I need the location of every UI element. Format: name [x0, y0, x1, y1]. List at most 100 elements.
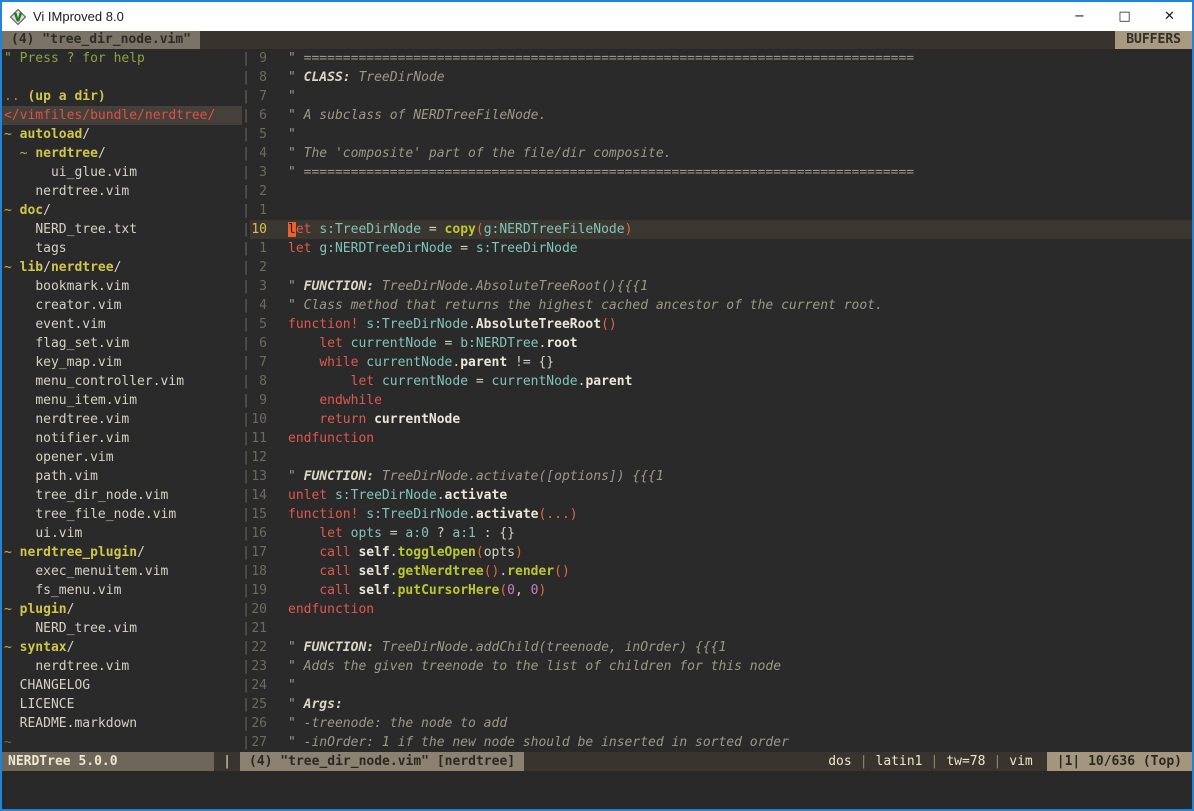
tree-dir[interactable]: ~ nerdtree_plugin/ [2, 543, 242, 562]
tree-file[interactable]: README.markdown [2, 714, 242, 733]
code-line[interactable]: 3" FUNCTION: TreeDirNode.AbsoluteTreeRoo… [250, 277, 1192, 296]
filler-tilde[interactable]: ~ [2, 733, 242, 752]
tree-dir[interactable]: ~ plugin/ [2, 600, 242, 619]
code-line[interactable]: 4" The 'composite' part of the file/dir … [250, 144, 1192, 163]
code-line[interactable]: 4" Class method that returns the highest… [250, 296, 1192, 315]
line-number: 3 [250, 277, 267, 296]
line-number: 6 [250, 334, 267, 353]
tree-file[interactable]: nerdtree.vim [2, 182, 242, 201]
code-text: return currentNode [288, 410, 460, 429]
command-line[interactable] [2, 771, 1192, 809]
code-text: " FUNCTION: TreeDirNode.activate([option… [288, 467, 664, 486]
code-line[interactable]: 20endfunction [250, 600, 1192, 619]
minimize-button[interactable]: − [1057, 2, 1102, 31]
code-line[interactable]: 23" Adds the given treenode to the list … [250, 657, 1192, 676]
code-line[interactable]: 17 call self.toggleOpen(opts) [250, 543, 1192, 562]
code-line[interactable]: 5function! s:TreeDirNode.AbsoluteTreeRoo… [250, 315, 1192, 334]
editor-panel[interactable]: 9" =====================================… [250, 49, 1192, 752]
tree-file[interactable]: NERD_tree.txt [2, 220, 242, 239]
code-text: function! s:TreeDirNode.activate(...) [288, 505, 578, 524]
code-line[interactable]: 18 call self.getNerdtree().render() [250, 562, 1192, 581]
tree-file[interactable]: NERD_tree.vim [2, 619, 242, 638]
tree-file[interactable]: nerdtree.vim [2, 410, 242, 429]
tree-blank[interactable] [2, 68, 242, 87]
tree-file[interactable]: notifier.vim [2, 429, 242, 448]
tree-help[interactable]: " Press ? for help [2, 49, 242, 68]
code-line[interactable]: 10 return currentNode [250, 410, 1192, 429]
maximize-button[interactable]: □ [1102, 2, 1147, 31]
active-tab[interactable]: (4) "tree_dir_node.vim" [2, 31, 200, 49]
tree-file[interactable]: ui.vim [2, 524, 242, 543]
code-line[interactable]: 14unlet s:TreeDirNode.activate [250, 486, 1192, 505]
code-line[interactable]: 3" =====================================… [250, 163, 1192, 182]
code-line[interactable]: 25" Args: [250, 695, 1192, 714]
tree-file[interactable]: path.vim [2, 467, 242, 486]
tree-dir[interactable]: ~ nerdtree/ [2, 144, 242, 163]
window-title: Vi IMproved 8.0 [33, 9, 124, 24]
code-line[interactable]: 5" [250, 125, 1192, 144]
code-text: " [288, 676, 296, 695]
code-text: " The 'composite' part of the file/dir c… [288, 144, 672, 163]
tree-file[interactable]: opener.vim [2, 448, 242, 467]
code-line-current[interactable]: 10let s:TreeDirNode = copy(g:NERDTreeFil… [250, 220, 1192, 239]
statusline-fill [524, 752, 828, 771]
tree-file[interactable]: menu_item.vim [2, 391, 242, 410]
code-line[interactable]: 24" [250, 676, 1192, 695]
titlebar: Vi IMproved 8.0 − □ ✕ [2, 2, 1192, 31]
code-text: " [288, 87, 296, 106]
code-line[interactable]: 19 call self.putCursorHere(0, 0) [250, 581, 1192, 600]
tree-file[interactable]: flag_set.vim [2, 334, 242, 353]
code-line[interactable]: 15function! s:TreeDirNode.activate(...) [250, 505, 1192, 524]
tree-file[interactable]: tags [2, 239, 242, 258]
tree-file[interactable]: LICENCE [2, 695, 242, 714]
code-text: " [288, 125, 296, 144]
tree-dir[interactable]: ~ autoload/ [2, 125, 242, 144]
code-line[interactable]: 9" =====================================… [250, 49, 1192, 68]
code-line[interactable]: 12 [250, 448, 1192, 467]
code-line[interactable]: 26" -treenode: the node to add [250, 714, 1192, 733]
code-line[interactable]: 22" FUNCTION: TreeDirNode.addChild(treen… [250, 638, 1192, 657]
tree-file[interactable]: CHANGELOG [2, 676, 242, 695]
tree-file[interactable]: tree_file_node.vim [2, 505, 242, 524]
tree-root[interactable]: </vimfiles/bundle/nerdtree/ [2, 106, 242, 125]
line-number: 4 [250, 296, 267, 315]
tree-file[interactable]: menu_controller.vim [2, 372, 242, 391]
code-line[interactable]: 6" A subclass of NERDTreeFileNode. [250, 106, 1192, 125]
code-line[interactable]: 8 let currentNode = currentNode.parent [250, 372, 1192, 391]
code-line[interactable]: 7" [250, 87, 1192, 106]
code-line[interactable]: 21 [250, 619, 1192, 638]
tree-file[interactable]: creator.vim [2, 296, 242, 315]
tree-file[interactable]: exec_menuitem.vim [2, 562, 242, 581]
status-item: vim [1009, 754, 1032, 769]
code-text: call self.toggleOpen(opts) [288, 543, 523, 562]
tree-file[interactable]: bookmark.vim [2, 277, 242, 296]
tree-up-a-dir[interactable]: .. (up a dir) [2, 87, 242, 106]
tabline: (4) "tree_dir_node.vim" BUFFERS [2, 31, 1192, 49]
code-line[interactable]: 7 while currentNode.parent != {} [250, 353, 1192, 372]
tree-file[interactable]: ui_glue.vim [2, 163, 242, 182]
window-split-separator[interactable]: | | | | | | | | | | | | | | | | | | | | … [242, 49, 250, 752]
tree-file[interactable]: event.vim [2, 315, 242, 334]
code-line[interactable]: 8" CLASS: TreeDirNode [250, 68, 1192, 87]
code-line[interactable]: 1 [250, 201, 1192, 220]
code-line[interactable]: 13 " FUNCTION: TreeDirNode.activate([opti… [250, 467, 1192, 486]
tree-dir[interactable]: ~ lib/nerdtree/ [2, 258, 242, 277]
code-line[interactable]: 16 let opts = a:0 ? a:1 : {} [250, 524, 1192, 543]
code-line[interactable]: 9 endwhile [250, 391, 1192, 410]
code-text: " CLASS: TreeDirNode [288, 68, 445, 87]
tree-file[interactable]: nerdtree.vim [2, 657, 242, 676]
code-line[interactable]: 27" -inOrder: 1 if the new node should b… [250, 733, 1192, 752]
close-button[interactable]: ✕ [1147, 2, 1192, 31]
code-line[interactable]: 11endfunction [250, 429, 1192, 448]
line-number: 5 [250, 315, 267, 334]
tree-dir[interactable]: ~ doc/ [2, 201, 242, 220]
code-line[interactable]: 2 [250, 182, 1192, 201]
code-line[interactable]: 6 let currentNode = b:NERDTree.root [250, 334, 1192, 353]
tree-file[interactable]: fs_menu.vim [2, 581, 242, 600]
line-number: 13 [250, 467, 267, 486]
tree-file[interactable]: tree_dir_node.vim [2, 486, 242, 505]
tree-dir[interactable]: ~ syntax/ [2, 638, 242, 657]
code-line[interactable]: 2 [250, 258, 1192, 277]
code-line[interactable]: 1let g:NERDTreeDirNode = s:TreeDirNode [250, 239, 1192, 258]
tree-file[interactable]: key_map.vim [2, 353, 242, 372]
